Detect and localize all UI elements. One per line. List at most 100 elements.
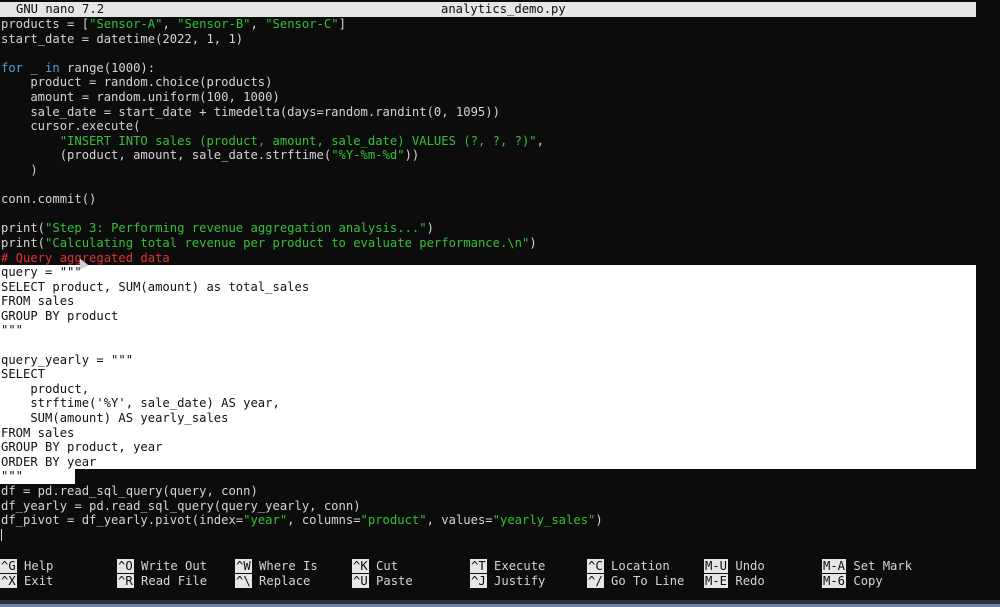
code-line[interactable]: strftime('%Y', sale_date) AS year,	[0, 396, 976, 412]
code-token: ,	[162, 17, 178, 31]
code-line[interactable]: df = pd.read_sql_query(query, conn)	[0, 484, 1000, 499]
shortcut-set-mark[interactable]: M-A Set Mark	[822, 559, 912, 574]
code-token: conn.commit()	[1, 192, 97, 207]
code-line[interactable]: (product, amount, sale_date.strftime("%Y…	[0, 148, 1000, 163]
code-line[interactable]: query = """	[0, 265, 976, 280]
code-token: df_pivot = df_yearly.pivot(index=	[1, 513, 244, 528]
shortcut-key: M-A	[822, 559, 847, 573]
code-line[interactable]: )	[0, 163, 1000, 178]
code-line[interactable]: products = ["Sensor-A", "Sensor-B", "Sen…	[0, 17, 1000, 32]
code-token: print(	[1, 221, 46, 236]
shortcut-go-to-line[interactable]: ^/ Go To Line	[587, 574, 684, 589]
shortcut-key: ^O	[117, 559, 134, 573]
code-line[interactable]: print("Calculating total revenue per pro…	[0, 236, 1000, 251]
shortcut-redo[interactable]: M-E Redo	[704, 574, 765, 589]
terminal-window: GNU nano 7.2 analytics_demo.py products …	[0, 0, 1000, 607]
code-token: ORDER BY year	[1, 454, 97, 469]
code-line[interactable]: product,	[0, 381, 976, 397]
shortcut-read-file[interactable]: ^R Read File	[117, 574, 207, 589]
code-line[interactable]: print("Step 3: Performing revenue aggreg…	[0, 221, 1000, 236]
shortcut-cut[interactable]: ^K Cut	[352, 559, 398, 574]
code-line[interactable]: for _ in range(1000):	[0, 61, 1000, 76]
code-token: product,	[1, 381, 90, 396]
shortcut-key: ^W	[235, 559, 252, 573]
code-line[interactable]: df_pivot = df_yearly.pivot(index="year",…	[0, 513, 1000, 528]
shortcut-label: Set Mark	[846, 559, 913, 573]
code-line[interactable]: SELECT product, SUM(amount) as total_sal…	[0, 279, 976, 295]
shortcut-undo[interactable]: M-U Undo	[704, 559, 765, 574]
code-line[interactable]: SELECT	[0, 367, 976, 382]
code-token: product = random.choice(products)	[1, 75, 273, 90]
shortcut-paste[interactable]: ^U Paste	[352, 574, 413, 589]
code-token: print(	[1, 235, 46, 250]
code-line[interactable]: df_yearly = pd.read_sql_query(query_year…	[0, 499, 1000, 514]
shortcut-label: Copy	[846, 574, 883, 588]
code-line[interactable]: query_yearly = """	[0, 352, 976, 368]
code-line[interactable]: """	[0, 323, 976, 339]
shortcut-help[interactable]: ^G Help	[0, 559, 53, 574]
code-line[interactable]: # Query aggregated data	[0, 251, 1000, 266]
code-line[interactable]	[0, 46, 1000, 61]
code-token: FROM sales	[1, 294, 75, 309]
code-token: SELECT product, SUM(amount) as total_sal…	[1, 279, 310, 294]
code-token: "Sensor-A"	[89, 17, 163, 31]
shortcut-key: ^K	[352, 559, 369, 573]
code-line[interactable]: cursor.execute(	[0, 119, 1000, 134]
shortcut-key: ^J	[470, 574, 487, 588]
code-token: ]	[338, 17, 346, 31]
code-line[interactable]	[0, 207, 1000, 222]
shortcut-key: M-U	[704, 559, 729, 573]
code-line[interactable]: FROM sales	[0, 294, 976, 309]
code-token: amount = random.uniform(100, 1000)	[1, 89, 280, 104]
code-line[interactable]: GROUP BY product, year	[0, 440, 976, 455]
shortcut-execute[interactable]: ^T Execute	[470, 559, 545, 574]
code-token: cursor.execute(	[1, 119, 141, 134]
code-token: ))	[404, 148, 420, 163]
shortcut-where-is[interactable]: ^W Where Is	[235, 559, 318, 574]
code-token: "product"	[360, 513, 427, 528]
code-token: )	[1, 162, 38, 177]
shortcut-replace[interactable]: ^\ Replace	[235, 574, 310, 589]
code-token: in	[45, 60, 60, 75]
code-token: """	[1, 323, 24, 338]
code-line[interactable]: "INSERT INTO sales (product, amount, sal…	[0, 134, 1000, 149]
shortcut-label: Location	[603, 559, 670, 573]
code-token: "INSERT INTO sales (product, amount, sal…	[59, 133, 537, 148]
shortcut-label: Execute	[486, 559, 546, 573]
code-token: range(1000):	[59, 60, 156, 75]
shortcut-location[interactable]: ^C Location	[587, 559, 670, 574]
shortcut-label: Go To Line	[603, 574, 685, 588]
code-line[interactable]: SUM(amount) AS yearly_sales	[0, 411, 976, 426]
code-token: "yearly_sales"	[492, 513, 596, 528]
shortcut-label: Undo	[728, 559, 765, 573]
code-line[interactable]: start_date = datetime(2022, 1, 1)	[0, 32, 1000, 47]
code-line[interactable]: sale_date = start_date + timedelta(days=…	[0, 105, 1000, 120]
file-name: analytics_demo.py	[441, 2, 566, 16]
code-line[interactable]: """	[0, 469, 75, 484]
code-token: strftime('%Y', sale_date) AS year,	[1, 396, 280, 411]
code-line[interactable]: product = random.choice(products)	[0, 75, 1000, 90]
editor-area[interactable]: products = ["Sensor-A", "Sensor-B", "Sen…	[0, 17, 1000, 542]
app-name: GNU nano 7.2	[16, 2, 105, 16]
code-token: "Step 3: Performing revenue aggregation …	[45, 221, 427, 236]
shortcut-key: ^R	[117, 574, 134, 588]
code-line[interactable]	[0, 178, 1000, 193]
shortcut-justify[interactable]: ^J Justify	[470, 574, 545, 589]
window-bottom-edge	[0, 600, 1000, 607]
code-token: for	[1, 60, 24, 75]
code-line[interactable]	[0, 338, 976, 353]
shortcut-exit[interactable]: ^X Exit	[0, 574, 53, 589]
shortcut-key: M-6	[822, 574, 847, 588]
code-token: df_yearly = pd.read_sql_query(query_year…	[1, 498, 361, 513]
code-line[interactable]: GROUP BY product	[0, 308, 976, 324]
code-line[interactable]: conn.commit()	[0, 192, 1000, 207]
shortcut-copy[interactable]: M-6 Copy	[822, 574, 883, 589]
code-token: , columns=	[287, 513, 361, 528]
code-line[interactable]: amount = random.uniform(100, 1000)	[0, 90, 1000, 105]
code-line[interactable]	[0, 528, 1000, 543]
shortcut-write-out[interactable]: ^O Write Out	[117, 559, 207, 574]
shortcut-key: ^/	[587, 574, 604, 588]
code-line[interactable]: ORDER BY year	[0, 454, 976, 470]
code-line[interactable]: FROM sales	[0, 425, 976, 441]
shortcut-key: M-E	[704, 574, 729, 588]
